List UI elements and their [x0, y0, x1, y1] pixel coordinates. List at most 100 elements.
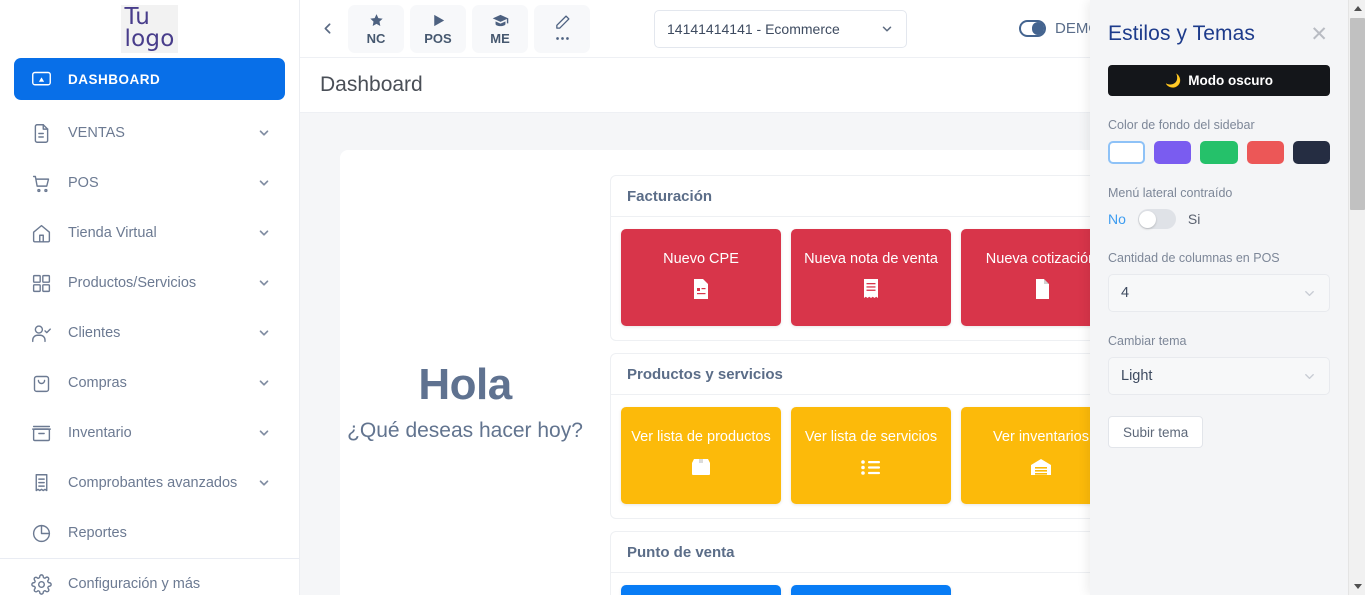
sidebar-item-compras[interactable]: Compras [14, 358, 285, 408]
theme-value: Light [1121, 368, 1153, 384]
chevron-down-icon [259, 330, 269, 336]
sidebar-item-label: Configuración y más [68, 576, 201, 592]
file-icon [1029, 277, 1053, 305]
chevron-down-icon [259, 480, 269, 486]
user-check-icon [28, 320, 54, 346]
sidebar-item-inventario[interactable]: Inventario [14, 408, 285, 458]
sidebar-item-configuraci-n-y-m-s[interactable]: Configuración y más [14, 559, 285, 595]
sidebar-item-productos-servicios[interactable]: Productos/Servicios [14, 258, 285, 308]
gear-icon [28, 571, 54, 595]
star-icon [368, 11, 385, 30]
sidebar-nav: DASHBOARD VENTAS POS Tienda Virtual Producto… [0, 58, 299, 595]
sidebar-item-clientes[interactable]: Clientes [14, 308, 285, 358]
chevron-down-icon [882, 25, 892, 32]
sidebar-item-label: DASHBOARD [68, 71, 161, 87]
sidebar-color-swatch-2[interactable] [1200, 141, 1238, 164]
dark-mode-button[interactable]: 🌙 Modo oscuro [1108, 65, 1330, 96]
collapse-menu-label: Menú lateral contraído [1108, 186, 1233, 200]
scrollbar-down-arrow[interactable] [1349, 578, 1365, 595]
tile-ir-a-pos[interactable]: Ir a POS [621, 585, 781, 595]
quick-action-nc[interactable]: NC [348, 4, 404, 53]
sidebar-item-reportes[interactable]: Reportes [14, 508, 285, 558]
scrollbar-thumb[interactable] [1350, 18, 1365, 210]
chevron-down-icon [259, 280, 269, 286]
sidebar-item-ventas[interactable]: VENTAS [14, 108, 285, 158]
tile-ver-lista-de-servicios[interactable]: Ver lista de servicios [791, 407, 951, 504]
sidebar-item-label: Clientes [68, 325, 121, 341]
quick-action-me[interactable]: ME [472, 4, 528, 53]
pos-columns-label: Cantidad de columnas en POS [1108, 251, 1280, 265]
pie-chart-icon [28, 520, 54, 546]
sidebar-collapse-button[interactable] [314, 14, 340, 44]
box-icon [28, 420, 54, 446]
collapse-menu-on-label: Si [1187, 211, 1201, 227]
chevron-down-icon [259, 180, 269, 186]
upload-theme-button[interactable]: Subir tema [1108, 416, 1204, 448]
greeting-title: Hola [418, 360, 512, 410]
scrollbar-up-arrow[interactable] [1349, 0, 1365, 17]
sidebar-item-pos[interactable]: POS [14, 158, 285, 208]
panel-title: Estilos y Temas [1108, 22, 1255, 45]
sidebar-color-swatch-4[interactable] [1292, 141, 1331, 164]
browser-scrollbar[interactable] [1348, 0, 1365, 595]
quick-action-label: NC [366, 31, 386, 46]
theme-label: Cambiar tema [1108, 334, 1187, 348]
greeting-block: Hola ¿Qué deseas hacer hoy? [340, 150, 590, 595]
tile-label: Ver inventarios [993, 428, 1089, 445]
sidebar-item-dashboard[interactable]: DASHBOARD [14, 58, 285, 100]
sidebar-color-swatch-0[interactable] [1108, 141, 1146, 164]
sidebar-item-label: Reportes [68, 525, 127, 541]
tile-nuevo-cpe[interactable]: Nuevo CPE [621, 229, 781, 326]
panel-header: Estilos y Temas ✕ [1108, 22, 1330, 47]
chevron-down-icon [259, 230, 269, 236]
company-select[interactable]: 14141414141 - Ecommerce [654, 9, 907, 48]
sidebar-color-swatch-3[interactable] [1246, 141, 1284, 164]
document-icon [28, 120, 54, 146]
dark-mode-button-label: Modo oscuro [1188, 73, 1273, 88]
chevron-down-icon [259, 380, 269, 386]
logo[interactable]: Tu logo [0, 0, 299, 58]
warehouse-icon [1029, 455, 1053, 483]
tile-label: Nuevo CPE [663, 250, 739, 267]
sidebar-item-label: Inventario [68, 425, 132, 441]
demo-toggle[interactable]: DEMO [1019, 20, 1100, 37]
close-icon[interactable]: ✕ [1302, 22, 1330, 47]
tile-ver-listado-de-cajas[interactable]: Ver listado de cajas [791, 585, 951, 595]
sidebar-item-label: Tienda Virtual [68, 225, 157, 241]
sidebar-color-label: Color de fondo del sidebar [1108, 118, 1255, 132]
sidebar-item-label: POS [68, 175, 99, 191]
quick-action-label: ME [490, 31, 510, 46]
box-icon [689, 455, 713, 483]
theme-select[interactable]: Light [1108, 357, 1330, 395]
pos-columns-select[interactable]: 4 [1108, 274, 1330, 312]
grid-icon [28, 270, 54, 296]
sidebar-color-swatch-1[interactable] [1154, 141, 1192, 164]
moon-icon: 🌙 [1165, 72, 1182, 88]
quick-actions: NC POS ME [348, 4, 596, 53]
tile-nueva-nota-de-venta[interactable]: Nueva nota de venta [791, 229, 951, 326]
chevron-down-icon [1305, 373, 1314, 379]
collapse-menu-toggle-row: No Si [1108, 209, 1330, 229]
sidebar: Tu logo DASHBOARD VENTAS POS Tienda Virtual… [0, 0, 300, 595]
tile-ver-lista-de-productos[interactable]: Ver lista de productos [621, 407, 781, 504]
dashboard-icon [28, 66, 54, 92]
list-icon [859, 455, 883, 483]
sidebar-item-label: Productos/Servicios [68, 275, 197, 291]
receipt-icon [28, 470, 54, 496]
quick-action-[interactable] [534, 4, 590, 53]
play-icon [430, 11, 447, 30]
receipt-icon [859, 277, 883, 305]
sidebar-item-tienda-virtual[interactable]: Tienda Virtual [14, 208, 285, 258]
quick-action-pos[interactable]: POS [410, 4, 466, 53]
dots-icon [554, 32, 571, 44]
tile-label: Nueva nota de venta [804, 250, 938, 267]
demo-switch-icon [1019, 20, 1046, 37]
chevron-down-icon [1305, 290, 1314, 296]
chevron-left-icon [324, 23, 330, 34]
chevron-down-icon [259, 430, 269, 436]
quick-action-label: POS [424, 31, 452, 46]
collapse-menu-switch[interactable] [1137, 209, 1176, 229]
sidebar-item-comprobantes-avanzados[interactable]: Comprobantes avanzados [14, 458, 285, 508]
greeting-subtitle: ¿Qué deseas hacer hoy? [347, 419, 583, 443]
company-select-value: 14141414141 - Ecommerce [667, 20, 840, 37]
